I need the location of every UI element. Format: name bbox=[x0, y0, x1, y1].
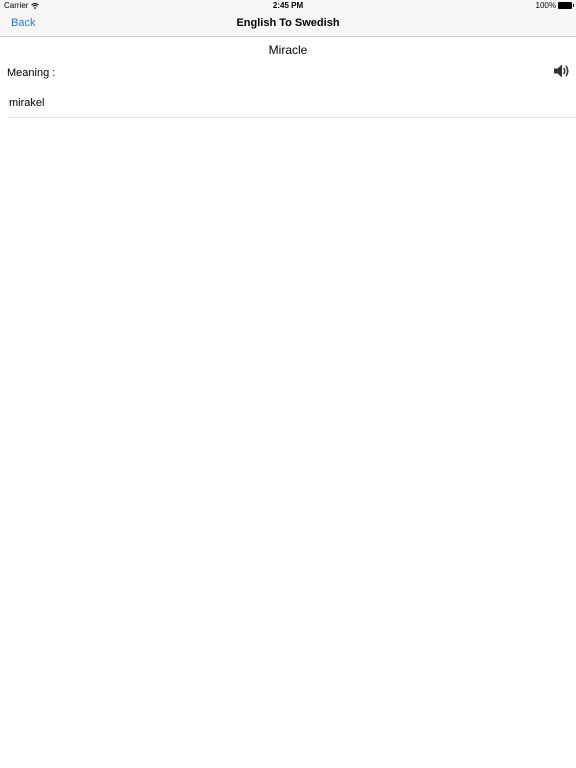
battery-percent: 100% bbox=[535, 1, 556, 10]
status-bar: Carrier 2:45 PM 100% bbox=[0, 0, 576, 12]
meaning-label: Meaning : bbox=[7, 67, 56, 79]
navigation-bar: Back English To Swedish bbox=[0, 12, 576, 37]
speaker-icon[interactable] bbox=[553, 63, 571, 79]
meaning-value: mirakel bbox=[9, 97, 45, 109]
status-time: 2:45 PM bbox=[272, 1, 304, 10]
battery-icon bbox=[558, 2, 574, 9]
page-title: English To Swedish bbox=[236, 17, 340, 29]
word-title: Miracle bbox=[268, 43, 308, 57]
status-right: 100% bbox=[535, 1, 574, 10]
divider bbox=[8, 117, 576, 118]
